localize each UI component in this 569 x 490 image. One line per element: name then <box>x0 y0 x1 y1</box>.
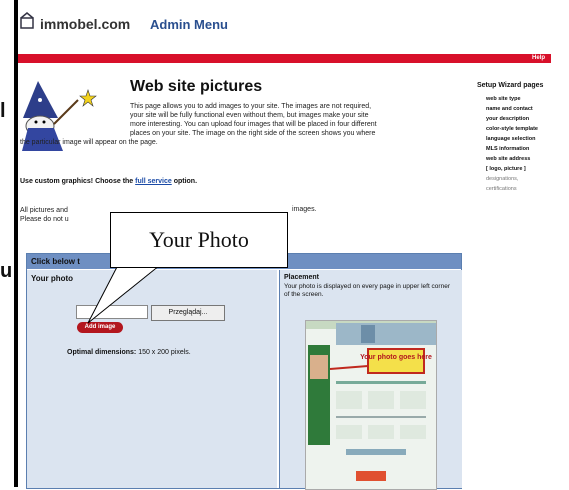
your-photo-callout: Your Photo <box>110 212 288 268</box>
